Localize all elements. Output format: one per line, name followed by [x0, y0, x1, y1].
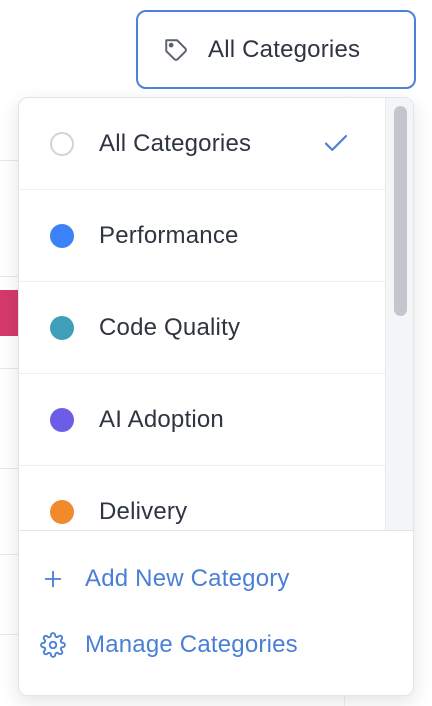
category-option-label: Code Quality: [99, 313, 241, 341]
page: All Categories All Categories Performanc…: [0, 0, 432, 706]
category-option-performance[interactable]: Performance: [19, 190, 385, 282]
category-option-label: All Categories: [99, 129, 252, 157]
manage-categories-button[interactable]: Manage Categories: [39, 625, 298, 665]
color-dot-icon: [50, 223, 74, 248]
color-dot-icon: [50, 499, 74, 524]
dropdown-footer: Add New Category Manage Categories: [19, 530, 413, 695]
checkmark-icon: [321, 128, 351, 158]
category-option-label: Performance: [99, 221, 239, 249]
category-option-delivery[interactable]: Delivery: [19, 466, 385, 530]
category-option-label: AI Adoption: [99, 405, 224, 433]
category-list: All Categories Performance Code Quality …: [19, 98, 385, 530]
add-category-label: Add New Category: [85, 565, 290, 592]
category-option-code-quality[interactable]: Code Quality: [19, 282, 385, 374]
manage-categories-label: Manage Categories: [85, 631, 298, 658]
color-dot-icon: [50, 407, 74, 432]
color-dot-icon: [50, 315, 74, 340]
category-filter-label: All Categories: [208, 35, 361, 63]
add-category-button[interactable]: Add New Category: [39, 559, 290, 599]
scrollbar-track[interactable]: [385, 98, 413, 530]
category-option-ai-adoption[interactable]: AI Adoption: [19, 374, 385, 466]
category-option-label: Delivery: [99, 497, 188, 525]
category-dropdown: All Categories Performance Code Quality …: [18, 97, 414, 696]
category-option-all[interactable]: All Categories: [19, 98, 385, 190]
scrollbar-thumb[interactable]: [394, 106, 407, 316]
category-filter-button[interactable]: All Categories: [136, 10, 416, 89]
gear-icon: [39, 631, 67, 659]
empty-circle-icon: [50, 131, 74, 156]
tag-icon: [162, 36, 190, 64]
plus-icon: [39, 565, 67, 593]
